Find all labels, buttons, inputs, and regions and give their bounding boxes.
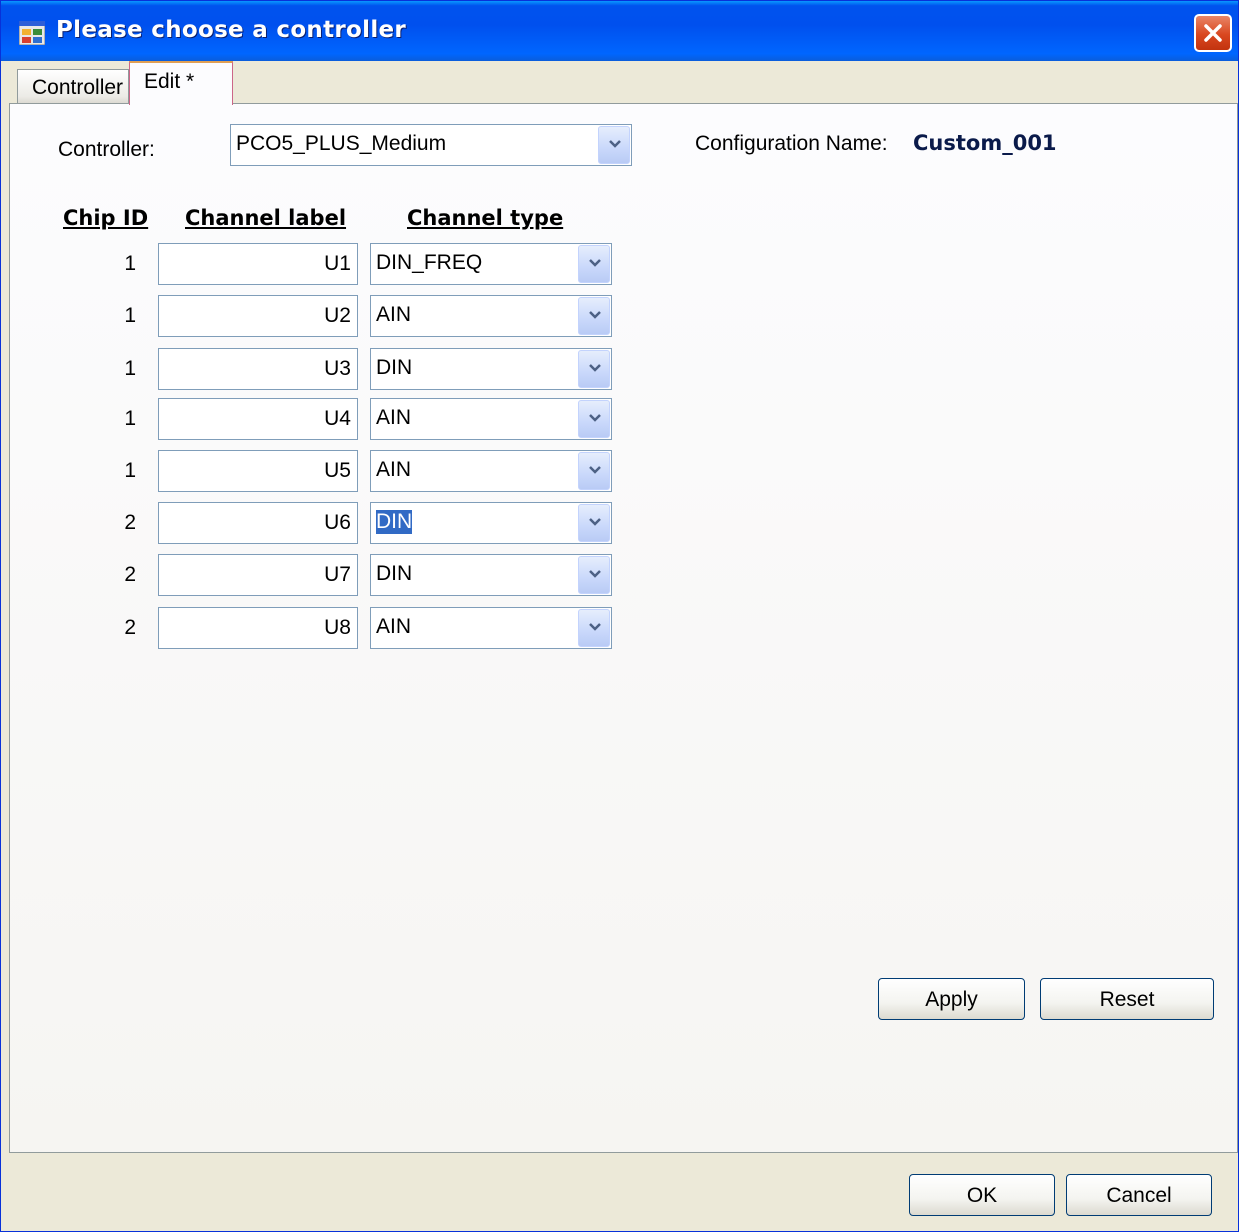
channel-type-dropdown-button[interactable] (578, 609, 610, 647)
chevron-down-icon (589, 570, 601, 578)
chevron-down-icon (589, 364, 601, 372)
channel-type-value-selected: DIN (376, 510, 413, 534)
chevron-down-icon (589, 311, 601, 319)
channel-type-select[interactable]: DIN_FREQ (370, 243, 612, 285)
channel-type-dropdown-button[interactable] (578, 556, 610, 594)
ok-button[interactable]: OK (909, 1174, 1055, 1216)
controller-select-value: PCO5_PLUS_Medium (236, 132, 447, 155)
channel-label-value: U1 (324, 252, 351, 275)
channel-type-select[interactable]: AIN (370, 398, 612, 440)
chevron-down-icon (589, 466, 601, 474)
chevron-down-icon (589, 623, 601, 631)
channel-type-value: DIN (376, 356, 413, 379)
channel-type-value: AIN (376, 458, 412, 481)
channel-type-select[interactable]: DIN (370, 554, 612, 596)
cancel-button[interactable]: Cancel (1066, 1174, 1212, 1216)
tab-edit[interactable]: Edit * (129, 61, 233, 105)
header-chip-id: Chip ID (63, 206, 149, 230)
apply-button[interactable]: Apply (878, 978, 1025, 1020)
channel-type-value: DIN_FREQ (376, 251, 483, 274)
chevron-down-icon (589, 414, 601, 422)
channel-type-select-focused[interactable]: DIN (370, 502, 612, 544)
channel-type-select[interactable]: AIN (370, 607, 612, 649)
channel-label-field[interactable]: U5 (158, 450, 358, 492)
channel-type-value: AIN (376, 615, 412, 638)
channel-label-value: U2 (324, 304, 351, 327)
close-icon (1204, 24, 1222, 42)
chip-id-cell: 2 (124, 511, 136, 534)
channel-type-dropdown-button[interactable] (578, 297, 610, 335)
channel-label-value: U4 (324, 407, 351, 430)
channel-label-field[interactable]: U2 (158, 295, 358, 337)
controller-dropdown-button[interactable] (598, 126, 630, 164)
channel-label-field[interactable]: U6 (158, 502, 358, 544)
channel-type-select[interactable]: AIN (370, 295, 612, 337)
tab-controller[interactable]: Controller (17, 69, 129, 103)
channel-type-select[interactable]: AIN (370, 450, 612, 492)
chevron-down-icon (609, 140, 621, 148)
channel-type-dropdown-button[interactable] (578, 350, 610, 388)
ok-button-label: OK (966, 1184, 998, 1207)
chevron-down-icon (589, 518, 601, 526)
apply-button-label: Apply (925, 988, 978, 1011)
close-button[interactable] (1194, 14, 1232, 52)
channel-label-value: U5 (324, 459, 351, 482)
channel-label-value: U8 (324, 616, 351, 639)
channel-label-field[interactable]: U3 (158, 348, 358, 390)
header-channel-label: Channel label (185, 206, 347, 230)
channel-label-value: U3 (324, 357, 351, 380)
channel-type-dropdown-button[interactable] (578, 452, 610, 490)
channel-type-dropdown-button[interactable] (578, 400, 610, 438)
chevron-down-icon (589, 259, 601, 267)
chip-id-cell: 2 (124, 563, 136, 586)
channel-type-value: AIN (376, 406, 412, 429)
channel-label-field[interactable]: U7 (158, 554, 358, 596)
reset-button-label: Reset (1099, 988, 1155, 1011)
chip-id-cell: 1 (124, 459, 136, 482)
controller-label: Controller: (58, 138, 155, 161)
edit-tab-panel: Controller: PCO5_PLUS_Medium Configurati… (9, 103, 1238, 1153)
channel-type-value: AIN (376, 303, 412, 326)
app-icon (18, 20, 46, 46)
header-channel-type: Channel type (407, 206, 564, 230)
channel-label-field[interactable]: U1 (158, 243, 358, 285)
channel-label-field[interactable]: U8 (158, 607, 358, 649)
cancel-button-label: Cancel (1106, 1184, 1172, 1207)
chip-id-cell: 1 (124, 252, 136, 275)
channel-type-dropdown-button[interactable] (578, 504, 610, 542)
channel-label-value: U7 (324, 563, 351, 586)
chip-id-cell: 2 (124, 616, 136, 639)
controller-select[interactable]: PCO5_PLUS_Medium (230, 124, 632, 166)
channel-type-select[interactable]: DIN (370, 348, 612, 390)
window-title: Please choose a controller (56, 17, 407, 43)
chip-id-cell: 1 (124, 407, 136, 430)
reset-button[interactable]: Reset (1040, 978, 1214, 1020)
title-bar[interactable]: Please choose a controller (1, 1, 1238, 61)
channel-type-value: DIN (376, 562, 413, 585)
configuration-name-label: Configuration Name: (695, 132, 888, 155)
tab-strip: Controller Edit * (9, 61, 1238, 105)
chip-id-cell: 1 (124, 304, 136, 327)
channel-type-dropdown-button[interactable] (578, 245, 610, 283)
channel-label-value: U6 (324, 511, 351, 534)
dialog-window: Please choose a controller Controller Ed… (0, 0, 1239, 1232)
channel-label-field[interactable]: U4 (158, 398, 358, 440)
chip-id-cell: 1 (124, 357, 136, 380)
configuration-name-value: Custom_001 (913, 131, 1057, 155)
